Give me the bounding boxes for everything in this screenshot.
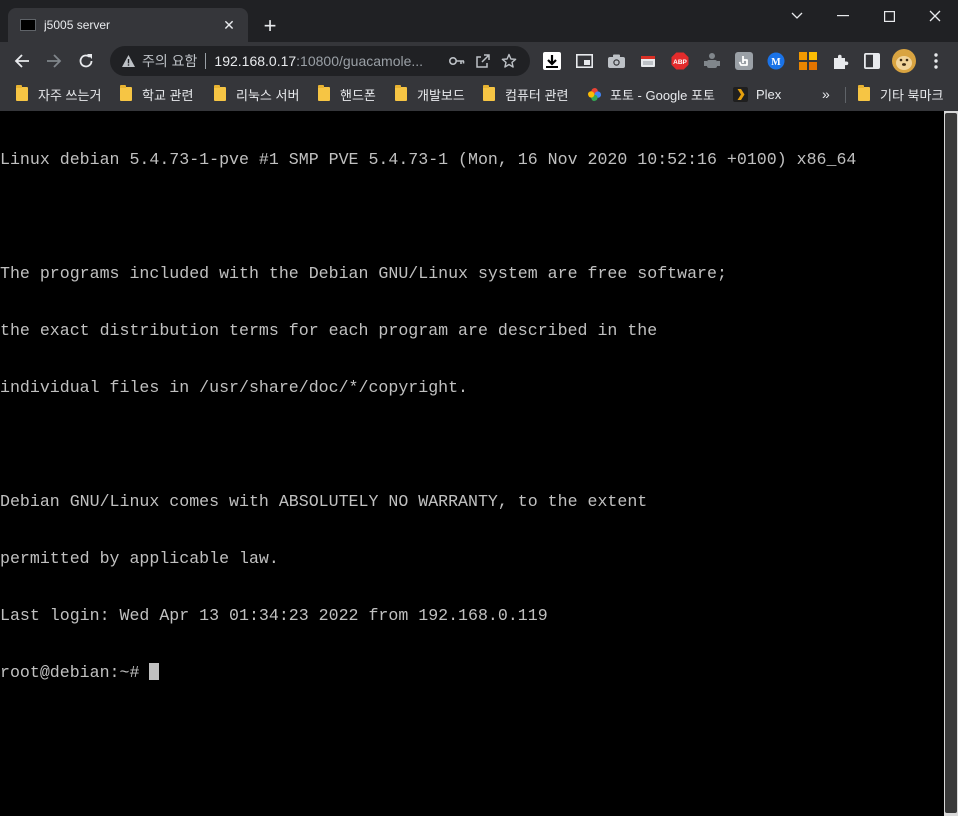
bookmark-label: 컴퓨터 관련 [505, 87, 569, 103]
omnibox-divider [205, 53, 207, 69]
terminal-line: Linux debian 5.4.73-1-pve #1 SMP PVE 5.4… [0, 150, 857, 169]
terminal-prompt-line[interactable]: root@debian:~# [0, 663, 856, 682]
window-capture-icon[interactable] [638, 51, 658, 71]
side-panel-icon[interactable] [862, 51, 882, 71]
bookmarks-divider [845, 87, 846, 103]
not-secure-warning-icon[interactable] [120, 53, 136, 69]
touch-extension-icon[interactable] [734, 51, 754, 71]
bookmark-plex[interactable]: Plex [732, 83, 781, 105]
terminal-line: Debian GNU/Linux comes with ABSOLUTELY N… [0, 492, 648, 511]
tab-title: j5005 server [44, 18, 111, 32]
security-status-label[interactable]: 주의 요함 [142, 51, 197, 71]
bookmark-folder[interactable]: 컴퓨터 관련 [483, 83, 568, 105]
bookmark-label: 리눅스 서버 [236, 87, 300, 103]
folder-icon [483, 85, 495, 101]
reload-icon [79, 54, 93, 68]
bookmark-folder[interactable]: 핸드폰 [318, 83, 376, 105]
extension-figure-icon[interactable] [702, 51, 722, 71]
google-photos-icon [586, 86, 602, 102]
terminal-line: the exact distribution terms for each pr… [0, 321, 658, 340]
ssh-terminal[interactable]: Linux debian 5.4.73-1-pve #1 SMP PVE 5.4… [0, 111, 944, 816]
download-extension-icon[interactable] [542, 51, 562, 71]
password-key-icon[interactable] [444, 50, 470, 72]
folder-icon [858, 85, 870, 101]
camera-screenshot-icon[interactable] [606, 51, 626, 71]
terminal-line: Last login: Wed Apr 13 01:34:23 2022 fro… [0, 606, 548, 625]
terminal-favicon-icon [20, 19, 36, 31]
forward-arrow-icon [47, 54, 62, 68]
extensions-puzzle-icon[interactable] [830, 51, 850, 71]
m-extension-icon[interactable]: M [766, 51, 786, 71]
bookmark-google-photos[interactable]: 포토 - Google 포토 [586, 83, 715, 105]
bookmark-folder[interactable]: 개발보드 [395, 83, 465, 105]
picture-in-picture-icon[interactable] [574, 51, 594, 71]
bookmark-label: 개발보드 [417, 87, 465, 103]
browser-tab[interactable]: j5005 server ✕ [8, 8, 248, 42]
bookmarks-overflow-button[interactable]: » [822, 83, 830, 105]
bookmark-label: 포토 - Google 포토 [610, 87, 715, 103]
terminal-line: individual files in /usr/share/doc/*/cop… [0, 378, 469, 397]
chrome-menu-icon[interactable] [926, 51, 946, 71]
address-bar[interactable]: 주의 요함 192.168.0.17:10800/guacamole... [110, 46, 530, 76]
bookmark-label: 학교 관련 [142, 87, 194, 103]
other-bookmarks-folder[interactable]: 기타 북마크 [858, 83, 943, 105]
adblock-plus-icon[interactable]: ABP [670, 51, 690, 71]
new-tab-button[interactable]: + [258, 14, 282, 38]
forward-button[interactable] [40, 47, 68, 75]
terminal-line: The programs included with the Debian GN… [0, 264, 727, 283]
svg-text:ABP: ABP [673, 59, 687, 66]
bookmark-label: Plex [756, 86, 782, 102]
scrollbar-thumb[interactable] [945, 113, 957, 813]
terminal-scrollbar[interactable] [944, 111, 958, 816]
plex-icon [732, 86, 748, 102]
folder-icon [16, 85, 28, 101]
browser-toolbar: 주의 요함 192.168.0.17:10800/guacamole... AB… [0, 42, 958, 80]
bookmark-label: 핸드폰 [340, 87, 376, 103]
bookmark-label: 자주 쓰는거 [38, 87, 102, 103]
folder-icon [214, 85, 226, 101]
bookmark-folder[interactable]: 학교 관련 [120, 83, 193, 105]
back-arrow-icon [14, 54, 29, 68]
terminal-line: permitted by applicable law. [0, 549, 279, 568]
bookmark-folder[interactable]: 자주 쓰는거 [16, 83, 101, 105]
svg-text:M: M [771, 57, 781, 68]
profile-avatar-icon[interactable] [892, 49, 916, 73]
minimize-button[interactable] [820, 0, 866, 32]
bookmarks-bar: 자주 쓰는거 학교 관련 리눅스 서버 핸드폰 개발보드 컴퓨터 관련 포토 -… [0, 80, 958, 108]
grid-extension-icon[interactable] [798, 51, 818, 71]
tab-search-chevron-icon[interactable] [774, 0, 820, 32]
url-text[interactable]: 192.168.0.17:10800/guacamole... [214, 53, 444, 69]
share-icon[interactable] [470, 50, 496, 72]
bookmark-star-icon[interactable] [496, 50, 522, 72]
folder-icon [318, 85, 330, 101]
folder-icon [395, 85, 407, 101]
close-tab-icon[interactable]: ✕ [220, 16, 238, 34]
terminal-output: Linux debian 5.4.73-1-pve #1 SMP PVE 5.4… [0, 112, 856, 720]
close-window-button[interactable] [912, 0, 958, 32]
terminal-prompt: root@debian:~# [0, 663, 150, 682]
folder-icon [120, 85, 132, 101]
maximize-button[interactable] [866, 0, 912, 32]
back-button[interactable] [8, 47, 36, 75]
bookmark-folder[interactable]: 리눅스 서버 [214, 83, 299, 105]
reload-button[interactable] [72, 47, 100, 75]
bookmark-label: 기타 북마크 [880, 87, 944, 103]
tab-strip: j5005 server ✕ + [0, 0, 958, 42]
terminal-cursor [149, 663, 160, 680]
